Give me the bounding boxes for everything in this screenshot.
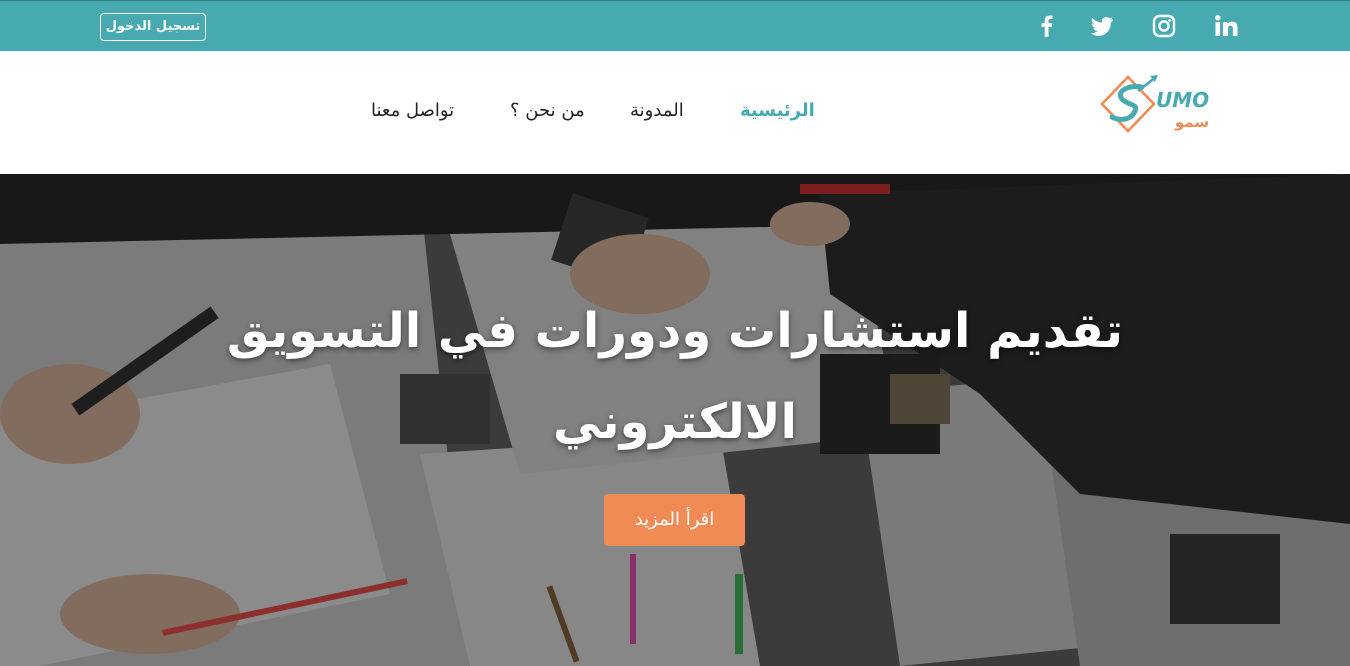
top-bar: تسجيل الدخول <box>0 0 1350 51</box>
hero-title: تقديم استشارات ودورات في التسويق الالكتر… <box>226 303 1124 451</box>
logo-arabic-text: سمو <box>1174 113 1209 131</box>
nav-item-home[interactable]: الرئيسية <box>740 100 815 121</box>
site-logo[interactable]: UMO سمو <box>1098 73 1230 139</box>
nav-item-about[interactable]: من نحن ؟ <box>510 100 585 121</box>
nav-item-contact[interactable]: تواصل معنا <box>371 100 454 121</box>
instagram-icon[interactable] <box>1150 12 1178 40</box>
main-navbar: تواصل معنا من نحن ؟ المدونة الرئيسية UMO… <box>0 51 1350 174</box>
read-more-button[interactable]: اقرأ المزيد <box>604 494 745 546</box>
logo-latin-text: UMO <box>1156 88 1209 112</box>
hero-section: تقديم استشارات ودورات في التسويق الالكتر… <box>0 174 1350 666</box>
login-button[interactable]: تسجيل الدخول <box>100 13 206 41</box>
nav-item-blog[interactable]: المدونة <box>630 100 684 121</box>
facebook-icon[interactable] <box>1033 12 1061 40</box>
twitter-icon[interactable] <box>1088 12 1116 40</box>
linkedin-icon[interactable] <box>1212 12 1240 40</box>
